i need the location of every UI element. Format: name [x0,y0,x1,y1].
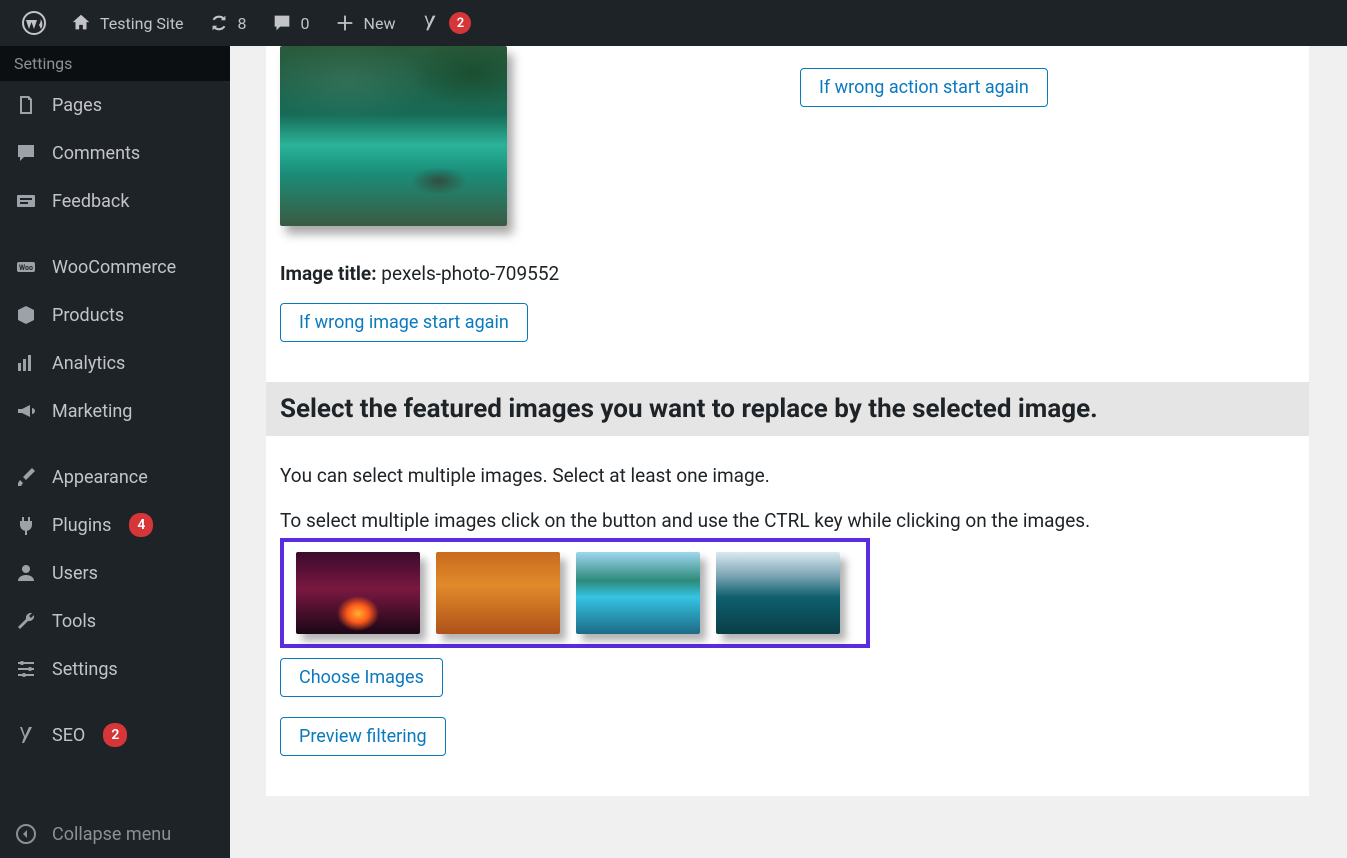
collapse-label: Collapse menu [52,824,171,845]
wp-logo[interactable] [10,0,58,46]
choose-images-button[interactable]: Choose Images [280,658,443,697]
new-content-link[interactable]: New [322,0,408,46]
refresh-icon [208,12,230,34]
collapse-menu[interactable]: Collapse menu [0,810,230,858]
sidebar-item-marketing[interactable]: Marketing [0,387,230,435]
sidebar-item-label: Settings [52,659,118,680]
sidebar-item-label: SEO [52,725,85,746]
products-icon [14,303,38,327]
thumbnail-3[interactable] [576,552,700,634]
sidebar-item-settings[interactable]: Settings [0,645,230,693]
selected-thumbnails-highlight [280,538,870,648]
sidebar-item-pages[interactable]: Pages [0,81,230,129]
sidebar-item-label: Marketing [52,401,132,422]
right-margin [1309,46,1347,858]
admin-sidebar: Settings Pages Comments Feedback Woo Woo… [0,46,230,858]
site-title: Testing Site [100,14,184,33]
sidebar-item-label: Appearance [52,467,148,488]
sidebar-item-label: Tools [52,611,96,632]
plug-icon [14,513,38,537]
sidebar-submenu-settings[interactable]: Settings [0,46,230,81]
yoast-notifications-badge: 2 [449,12,471,34]
section-heading: Select the featured images you want to r… [266,382,1311,436]
updates-count: 8 [238,14,247,33]
sidebar-item-label: Pages [52,95,102,116]
help-text-1: You can select multiple images. Select a… [280,464,1297,487]
preview-filtering-button[interactable]: Preview filtering [280,717,446,756]
help-text-2: To select multiple images click on the b… [280,509,1297,532]
site-link[interactable]: Testing Site [58,0,196,46]
sidebar-item-tools[interactable]: Tools [0,597,230,645]
main-content: If wrong action start again Image title:… [230,46,1347,858]
sidebar-item-seo[interactable]: SEO 2 [0,711,230,759]
feedback-icon [14,189,38,213]
seo-notifications-badge: 2 [103,723,127,747]
sidebar-item-feedback[interactable]: Feedback [0,177,230,225]
updates-link[interactable]: 8 [196,0,259,46]
wrench-icon [14,609,38,633]
sidebar-item-label: Feedback [52,191,129,212]
restart-action-button[interactable]: If wrong action start again [800,68,1048,107]
sidebar-item-plugins[interactable]: Plugins 4 [0,501,230,549]
image-title-value: pexels-photo-709552 [381,262,559,285]
image-title-line: Image title: pexels-photo-709552 [280,262,1297,285]
plugins-update-badge: 4 [129,513,153,537]
sidebar-item-label: Products [52,305,124,326]
selected-image-preview [280,46,507,226]
image-title-label: Image title: [280,262,377,285]
sidebar-item-label: Users [52,563,98,584]
sidebar-item-products[interactable]: Products [0,291,230,339]
comments-icon [14,141,38,165]
yoast-icon [419,12,441,34]
pages-icon [14,93,38,117]
user-icon [14,561,38,585]
megaphone-icon [14,399,38,423]
yoast-icon [14,723,38,747]
sidebar-item-comments[interactable]: Comments [0,129,230,177]
sidebar-item-users[interactable]: Users [0,549,230,597]
thumbnail-4[interactable] [716,552,840,634]
sidebar-item-label: Plugins [52,515,111,536]
yoast-link[interactable]: 2 [407,0,483,46]
sidebar-item-analytics[interactable]: Analytics [0,339,230,387]
woo-icon: Woo [14,255,38,279]
brush-icon [14,465,38,489]
thumbnail-2[interactable] [436,552,560,634]
comments-link[interactable]: 0 [259,0,322,46]
home-icon [70,12,92,34]
sidebar-item-appearance[interactable]: Appearance [0,453,230,501]
sidebar-item-label: Comments [52,143,140,164]
sidebar-item-woocommerce[interactable]: Woo WooCommerce [0,243,230,291]
sidebar-item-label: Analytics [52,353,125,374]
sidebar-item-label: WooCommerce [52,257,176,278]
analytics-icon [14,351,38,375]
new-label: New [364,14,396,33]
thumbnail-1[interactable] [296,552,420,634]
collapse-icon [14,822,38,846]
sliders-icon [14,657,38,681]
comment-icon [271,12,293,34]
svg-text:Woo: Woo [19,264,33,272]
restart-image-button[interactable]: If wrong image start again [280,303,528,342]
plus-icon [334,12,356,34]
comments-count: 0 [301,14,310,33]
admin-bar: Testing Site 8 0 New 2 [0,0,1347,46]
